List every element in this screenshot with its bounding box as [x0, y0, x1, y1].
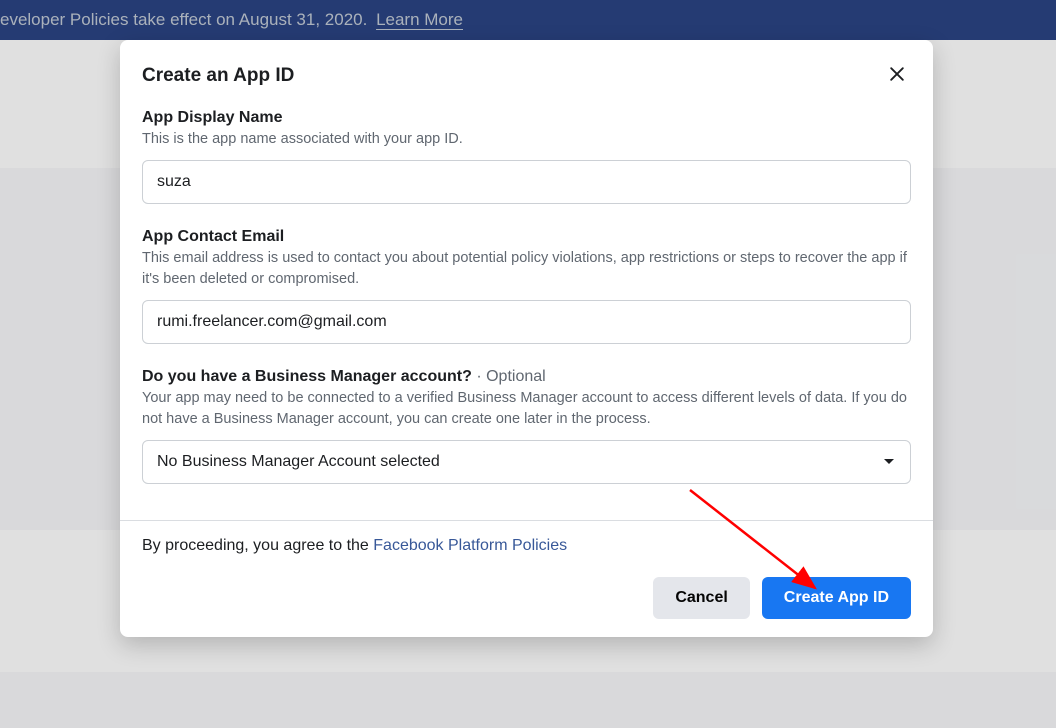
cancel-button[interactable]: Cancel: [653, 577, 749, 619]
create-app-id-button[interactable]: Create App ID: [762, 577, 911, 619]
modal-footer: By proceeding, you agree to the Facebook…: [120, 520, 933, 637]
platform-policies-link[interactable]: Facebook Platform Policies: [373, 537, 567, 554]
agree-text: By proceeding, you agree to the Facebook…: [142, 537, 911, 555]
banner-text: eveloper Policies take effect on August …: [0, 10, 372, 29]
close-button[interactable]: [883, 60, 911, 91]
policy-banner: eveloper Policies take effect on August …: [0, 0, 1056, 40]
field-label: App Display Name: [142, 109, 911, 127]
business-manager-select[interactable]: No Business Manager Account selected: [142, 440, 911, 484]
select-value: No Business Manager Account selected: [157, 453, 440, 471]
create-app-id-modal: Create an App ID App Display Name This i…: [120, 40, 933, 637]
field-help: This is the app name associated with you…: [142, 129, 911, 150]
app-contact-email-input[interactable]: [142, 300, 911, 344]
app-display-name-input[interactable]: [142, 160, 911, 204]
close-icon: [887, 72, 907, 87]
field-app-display-name: App Display Name This is the app name as…: [142, 109, 911, 204]
background-strip: [0, 672, 1056, 728]
field-label-text: Do you have a Business Manager account?: [142, 368, 472, 385]
field-help: Your app may need to be connected to a v…: [142, 388, 911, 430]
field-app-contact-email: App Contact Email This email address is …: [142, 228, 911, 344]
field-help: This email address is used to contact yo…: [142, 248, 911, 290]
field-label: App Contact Email: [142, 228, 911, 246]
learn-more-link[interactable]: Learn More: [376, 10, 463, 29]
modal-header: Create an App ID: [120, 40, 933, 97]
field-label: Do you have a Business Manager account? …: [142, 368, 911, 386]
modal-body: App Display Name This is the app name as…: [120, 97, 933, 520]
optional-tag: · Optional: [472, 368, 546, 385]
modal-title: Create an App ID: [142, 65, 294, 87]
field-business-manager: Do you have a Business Manager account? …: [142, 368, 911, 484]
footer-actions: Cancel Create App ID: [142, 577, 911, 619]
agree-prefix: By proceeding, you agree to the: [142, 537, 373, 554]
